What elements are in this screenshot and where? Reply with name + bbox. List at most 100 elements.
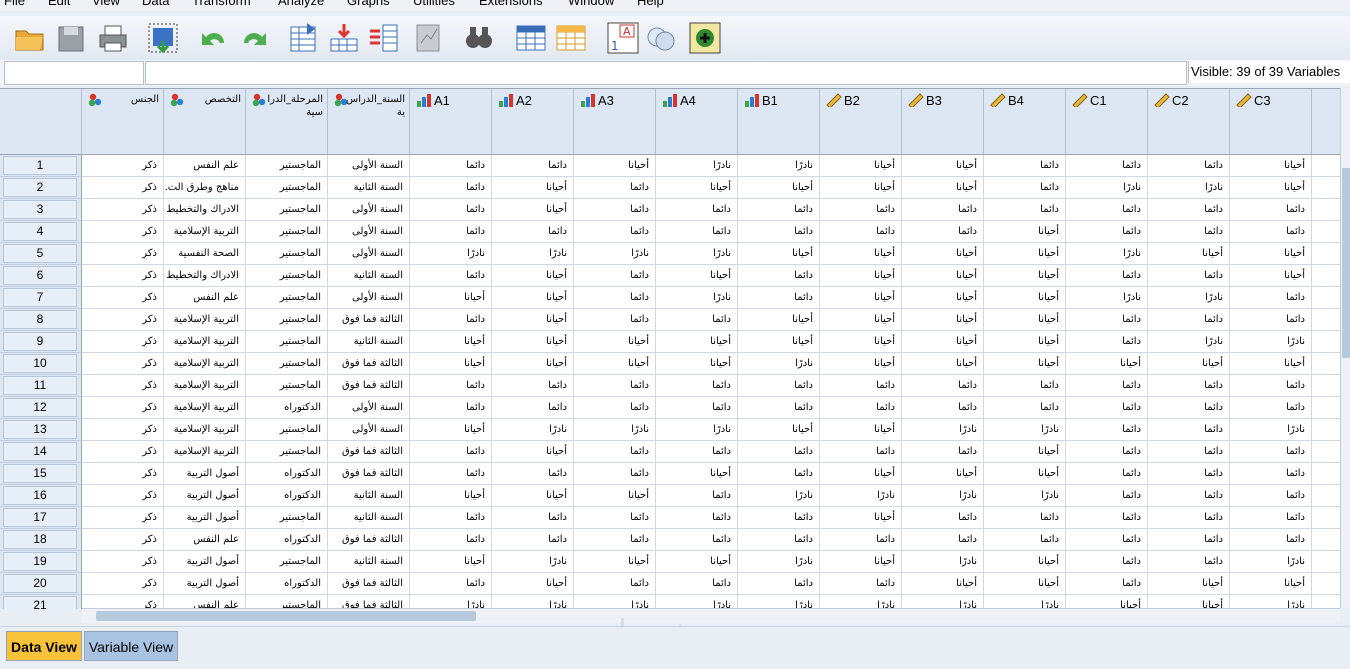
menu-graphs[interactable]: Graphs: [347, 0, 390, 8]
data-cell[interactable]: دائما: [410, 507, 492, 529]
data-cell[interactable]: دائما: [1230, 485, 1312, 507]
data-cell-partial[interactable]: [1312, 485, 1340, 507]
data-cell[interactable]: أحيانا: [738, 177, 820, 199]
data-cell[interactable]: الماجستير: [246, 243, 328, 265]
data-cell[interactable]: دائما: [984, 397, 1066, 419]
data-cell[interactable]: السنة الأولى: [328, 221, 410, 243]
data-cell[interactable]: دائما: [738, 529, 820, 551]
data-cell[interactable]: أحيانا: [492, 573, 574, 595]
menu-utilities[interactable]: Utilities: [413, 0, 455, 8]
data-cell[interactable]: أحيانا: [492, 485, 574, 507]
data-cell[interactable]: نادرًا: [1066, 287, 1148, 309]
data-cell[interactable]: نادرًا: [820, 595, 902, 609]
column-header-11[interactable]: B4: [984, 89, 1066, 155]
data-cell[interactable]: دائما: [1148, 221, 1230, 243]
menu-view[interactable]: View: [92, 0, 120, 8]
data-cell[interactable]: دائما: [902, 199, 984, 221]
data-cell[interactable]: دائما: [1066, 463, 1148, 485]
data-cell[interactable]: ذكر: [82, 485, 164, 507]
menu-help[interactable]: Help: [637, 0, 664, 8]
data-cell[interactable]: دائما: [492, 463, 574, 485]
data-cell[interactable]: ذكر: [82, 419, 164, 441]
data-cell[interactable]: دائما: [492, 375, 574, 397]
data-cell[interactable]: أحيانا: [902, 309, 984, 331]
data-cell[interactable]: دائما: [1230, 397, 1312, 419]
menu-file[interactable]: File: [4, 0, 25, 8]
data-cell[interactable]: دائما: [574, 287, 656, 309]
data-cell[interactable]: الدكتوراه: [246, 397, 328, 419]
row-header[interactable]: 12: [0, 397, 82, 419]
data-cell[interactable]: دائما: [410, 375, 492, 397]
data-cell[interactable]: دائما: [1066, 331, 1148, 353]
data-cell[interactable]: دائما: [574, 221, 656, 243]
data-cell[interactable]: الادراك والتخطيط: [164, 265, 246, 287]
column-header-6[interactable]: A3: [574, 89, 656, 155]
column-header-5[interactable]: A2: [492, 89, 574, 155]
data-cell-partial[interactable]: [1312, 353, 1340, 375]
data-cell[interactable]: أحيانا: [820, 265, 902, 287]
column-header-13[interactable]: C2: [1148, 89, 1230, 155]
data-cell[interactable]: الصحة النفسية: [164, 243, 246, 265]
data-cell[interactable]: دائما: [1148, 265, 1230, 287]
row-header[interactable]: 4: [0, 221, 82, 243]
data-cell[interactable]: دائما: [984, 155, 1066, 177]
print-icon[interactable]: [96, 21, 130, 55]
open-folder-icon[interactable]: [12, 21, 46, 55]
row-header[interactable]: 2: [0, 177, 82, 199]
data-cell[interactable]: أحيانا: [1230, 177, 1312, 199]
data-cell[interactable]: السنة الأولى: [328, 397, 410, 419]
data-cell[interactable]: نادرًا: [656, 243, 738, 265]
data-cell[interactable]: دائما: [1230, 287, 1312, 309]
data-cell[interactable]: دائما: [820, 529, 902, 551]
column-header-12[interactable]: C1: [1066, 89, 1148, 155]
data-cell[interactable]: ذكر: [82, 507, 164, 529]
data-cell[interactable]: أحيانا: [656, 353, 738, 375]
data-cell[interactable]: دائما: [574, 529, 656, 551]
data-cell[interactable]: دائما: [1148, 441, 1230, 463]
data-cell[interactable]: أحيانا: [492, 177, 574, 199]
data-cell[interactable]: ذكر: [82, 595, 164, 609]
data-cell[interactable]: السنة الثانية: [328, 331, 410, 353]
data-cell[interactable]: ذكر: [82, 397, 164, 419]
data-cell[interactable]: أحيانا: [902, 287, 984, 309]
data-cell[interactable]: دائما: [1230, 199, 1312, 221]
data-cell[interactable]: الماجستير: [246, 507, 328, 529]
data-cell[interactable]: أحيانا: [410, 551, 492, 573]
data-cell[interactable]: نادرًا: [574, 419, 656, 441]
data-cell[interactable]: دائما: [984, 375, 1066, 397]
data-cell[interactable]: أحيانا: [574, 353, 656, 375]
data-cell[interactable]: دائما: [410, 155, 492, 177]
data-cell[interactable]: أحيانا: [902, 177, 984, 199]
data-cell[interactable]: دائما: [1066, 265, 1148, 287]
vertical-scroll-thumb[interactable]: [1342, 168, 1350, 358]
data-cell[interactable]: الثالثة فما فوق: [328, 573, 410, 595]
data-cell-partial[interactable]: [1312, 375, 1340, 397]
data-cell[interactable]: التربية الإسلامية: [164, 221, 246, 243]
data-cell-partial[interactable]: [1312, 595, 1340, 609]
data-cell[interactable]: أحيانا: [492, 199, 574, 221]
data-cell[interactable]: أصول التربية: [164, 551, 246, 573]
data-cell[interactable]: أحيانا: [738, 309, 820, 331]
data-cell[interactable]: أحيانا: [492, 353, 574, 375]
data-cell[interactable]: الادراك والتخطيط: [164, 199, 246, 221]
data-cell[interactable]: أحيانا: [984, 309, 1066, 331]
data-cell-partial[interactable]: [1312, 529, 1340, 551]
data-cell[interactable]: أحيانا: [656, 177, 738, 199]
data-cell[interactable]: دائما: [902, 507, 984, 529]
data-cell[interactable]: السنة الثانية: [328, 265, 410, 287]
data-cell[interactable]: دائما: [1066, 155, 1148, 177]
data-cell[interactable]: دائما: [656, 221, 738, 243]
data-cell[interactable]: علم النفس: [164, 287, 246, 309]
data-cell[interactable]: نادرًا: [902, 419, 984, 441]
data-cell[interactable]: دائما: [1148, 397, 1230, 419]
data-cell[interactable]: دائما: [656, 309, 738, 331]
data-cell[interactable]: دائما: [410, 573, 492, 595]
data-cell[interactable]: نادرًا: [738, 155, 820, 177]
data-cell[interactable]: الماجستير: [246, 551, 328, 573]
variables-icon[interactable]: [367, 21, 401, 55]
data-cell[interactable]: ذكر: [82, 529, 164, 551]
data-cell[interactable]: دائما: [738, 375, 820, 397]
data-cell-partial[interactable]: [1312, 331, 1340, 353]
data-cell[interactable]: نادرًا: [1148, 331, 1230, 353]
data-cell[interactable]: أحيانا: [1148, 353, 1230, 375]
